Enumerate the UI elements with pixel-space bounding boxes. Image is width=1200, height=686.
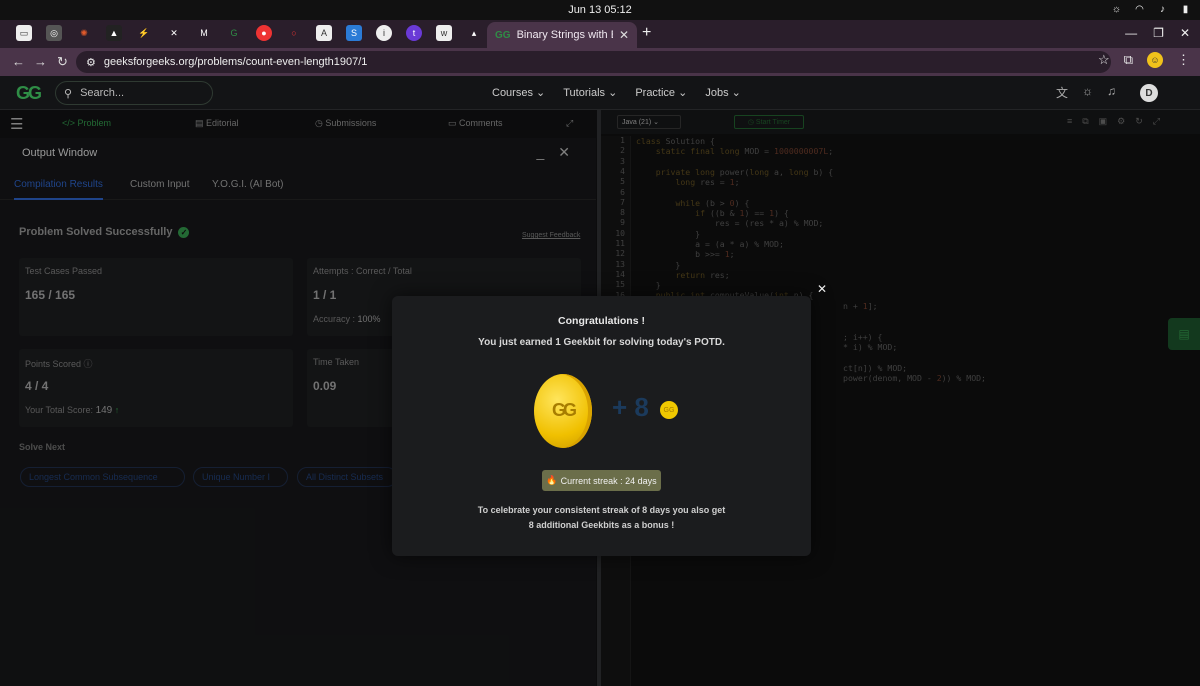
site-info-icon[interactable]: ⚙	[86, 56, 96, 69]
celebrate-line-2: 8 additional Geekbits as a bonus !	[528, 520, 675, 530]
theme-toggle-icon[interactable]: ☼	[1082, 84, 1093, 101]
search-placeholder: Search...	[80, 87, 125, 99]
close-window-icon[interactable]: ✕	[1180, 26, 1190, 40]
tab-favicon-icon[interactable]: ▭	[16, 25, 32, 41]
tab-favicon-icon[interactable]: i	[376, 25, 392, 41]
browser-menu-icon[interactable]: ⋮	[1177, 52, 1190, 68]
nav-courses[interactable]: Courses ⌄	[492, 86, 545, 99]
window-controls: — ❐ ✕	[1125, 26, 1190, 40]
congratulations-modal: ✕ Congratulations ! You just earned 1 Ge…	[392, 282, 827, 556]
nav-jobs[interactable]: Jobs ⌄	[705, 86, 741, 99]
modal-subtitle: You just earned 1 Geekbit for solving to…	[478, 337, 725, 348]
user-avatar[interactable]: D	[1140, 84, 1158, 102]
gfg-header: GG ⚲ Search... Courses ⌄ Tutorials ⌄ Pra…	[0, 76, 1200, 110]
back-icon[interactable]: ←	[12, 54, 25, 69]
toolbar-right: ☆ ⧉ ☺ ⋮	[1098, 52, 1190, 68]
streak-badge: 🔥 Current streak : 24 days	[542, 470, 661, 491]
translate-icon[interactable]: 文	[1056, 84, 1068, 101]
tab-favicon-icon[interactable]: ○	[286, 25, 302, 41]
wifi-icon[interactable]: ◠	[1133, 3, 1146, 16]
screen: Jun 13 05:12 ☼ ◠ ♪ ▮ ▭ ◎ ✺ ▲ ⚡ ✕ M G ● ○…	[0, 0, 1200, 686]
search-icon: ⚲	[64, 87, 73, 100]
close-tab-icon[interactable]: ✕	[619, 28, 629, 42]
gfg-favicon-icon: GG	[495, 29, 511, 41]
reload-icon[interactable]: ↻	[57, 54, 68, 70]
tab-favicon-icon[interactable]: ✺	[76, 25, 92, 41]
tab-favicon-icon[interactable]: G	[226, 25, 242, 41]
notification-bell-icon[interactable]: ♫	[1107, 84, 1116, 101]
tab-favicon-icon[interactable]: S	[346, 25, 362, 41]
close-modal-icon[interactable]: ✕	[817, 282, 827, 296]
volume-icon[interactable]: ♪	[1156, 3, 1169, 16]
bonus-count: + 8	[612, 392, 649, 422]
browser-tab-strip: ▭ ◎ ✺ ▲ ⚡ ✕ M G ● ○ A S i t w ▴ GG Binar…	[0, 20, 1200, 48]
minimize-icon[interactable]: —	[1125, 26, 1137, 40]
search-input[interactable]: ⚲ Search...	[55, 81, 213, 105]
forward-icon[interactable]: →	[34, 54, 47, 69]
celebrate-line-1: To celebrate your consistent streak of 8…	[477, 505, 726, 515]
tab-favicon-icon[interactable]: ◎	[46, 25, 62, 41]
address-bar[interactable]: ⚙ geeksforgeeks.org/problems/count-even-…	[76, 51, 1111, 73]
brightness-icon[interactable]: ☼	[1110, 3, 1123, 16]
chevron-down-icon: ⌄	[731, 87, 741, 99]
nav-practice[interactable]: Practice ⌄	[635, 86, 687, 99]
profile-avatar-icon[interactable]: ☺	[1147, 52, 1163, 68]
battery-icon[interactable]: ▮	[1179, 3, 1192, 16]
header-icons: 文 ☼ ♫	[1056, 84, 1116, 101]
modal-title: Congratulations !	[558, 315, 645, 327]
small-coin-icon: GG	[660, 401, 678, 419]
os-top-bar: Jun 13 05:12 ☼ ◠ ♪ ▮	[0, 0, 1200, 20]
streak-text: Current streak : 24 days	[560, 475, 657, 486]
tab-favicon-icon[interactable]: ▲	[106, 25, 122, 41]
chevron-down-icon: ⌄	[678, 87, 688, 99]
chevron-down-icon: ⌄	[536, 87, 546, 99]
tab-favicon-icon[interactable]: A	[316, 25, 332, 41]
system-tray: ☼ ◠ ♪ ▮	[1110, 3, 1192, 16]
tab-favicon-icon[interactable]: ✕	[166, 25, 182, 41]
browser-toolbar: ← → ↻ ⚙ geeksforgeeks.org/problems/count…	[0, 48, 1200, 76]
active-tab-title: Binary Strings with Equal	[516, 29, 613, 41]
fire-icon: 🔥	[546, 475, 558, 485]
tab-favicon-icon[interactable]: ⚡	[136, 25, 152, 41]
main-nav: Courses ⌄ Tutorials ⌄ Practice ⌄ Jobs ⌄	[492, 86, 741, 99]
url-text: geeksforgeeks.org/problems/count-even-le…	[103, 56, 368, 68]
chevron-down-icon: ⌄	[608, 87, 618, 99]
geekbit-coin-icon: GG	[534, 374, 592, 448]
tab-favicon-icon[interactable]: t	[406, 25, 422, 41]
os-clock[interactable]: Jun 13 05:12	[0, 4, 1200, 16]
extensions-icon[interactable]: ⧉	[1124, 52, 1133, 68]
bookmark-star-icon[interactable]: ☆	[1098, 52, 1110, 68]
tab-favicon-icon[interactable]: w	[436, 25, 452, 41]
celebrate-message: To celebrate your consistent streak of 8…	[392, 503, 811, 533]
nav-tutorials[interactable]: Tutorials ⌄	[563, 86, 617, 99]
tab-favicon-icon[interactable]: ▴	[466, 25, 482, 41]
tab-favicon-icon[interactable]: ●	[256, 25, 272, 41]
active-browser-tab[interactable]: GG Binary Strings with Equal ✕	[487, 22, 637, 48]
new-tab-button[interactable]: +	[642, 24, 651, 42]
gfg-logo[interactable]: GG	[16, 83, 42, 104]
tab-favicon-icon[interactable]: M	[196, 25, 212, 41]
maximize-icon[interactable]: ❐	[1153, 26, 1164, 40]
